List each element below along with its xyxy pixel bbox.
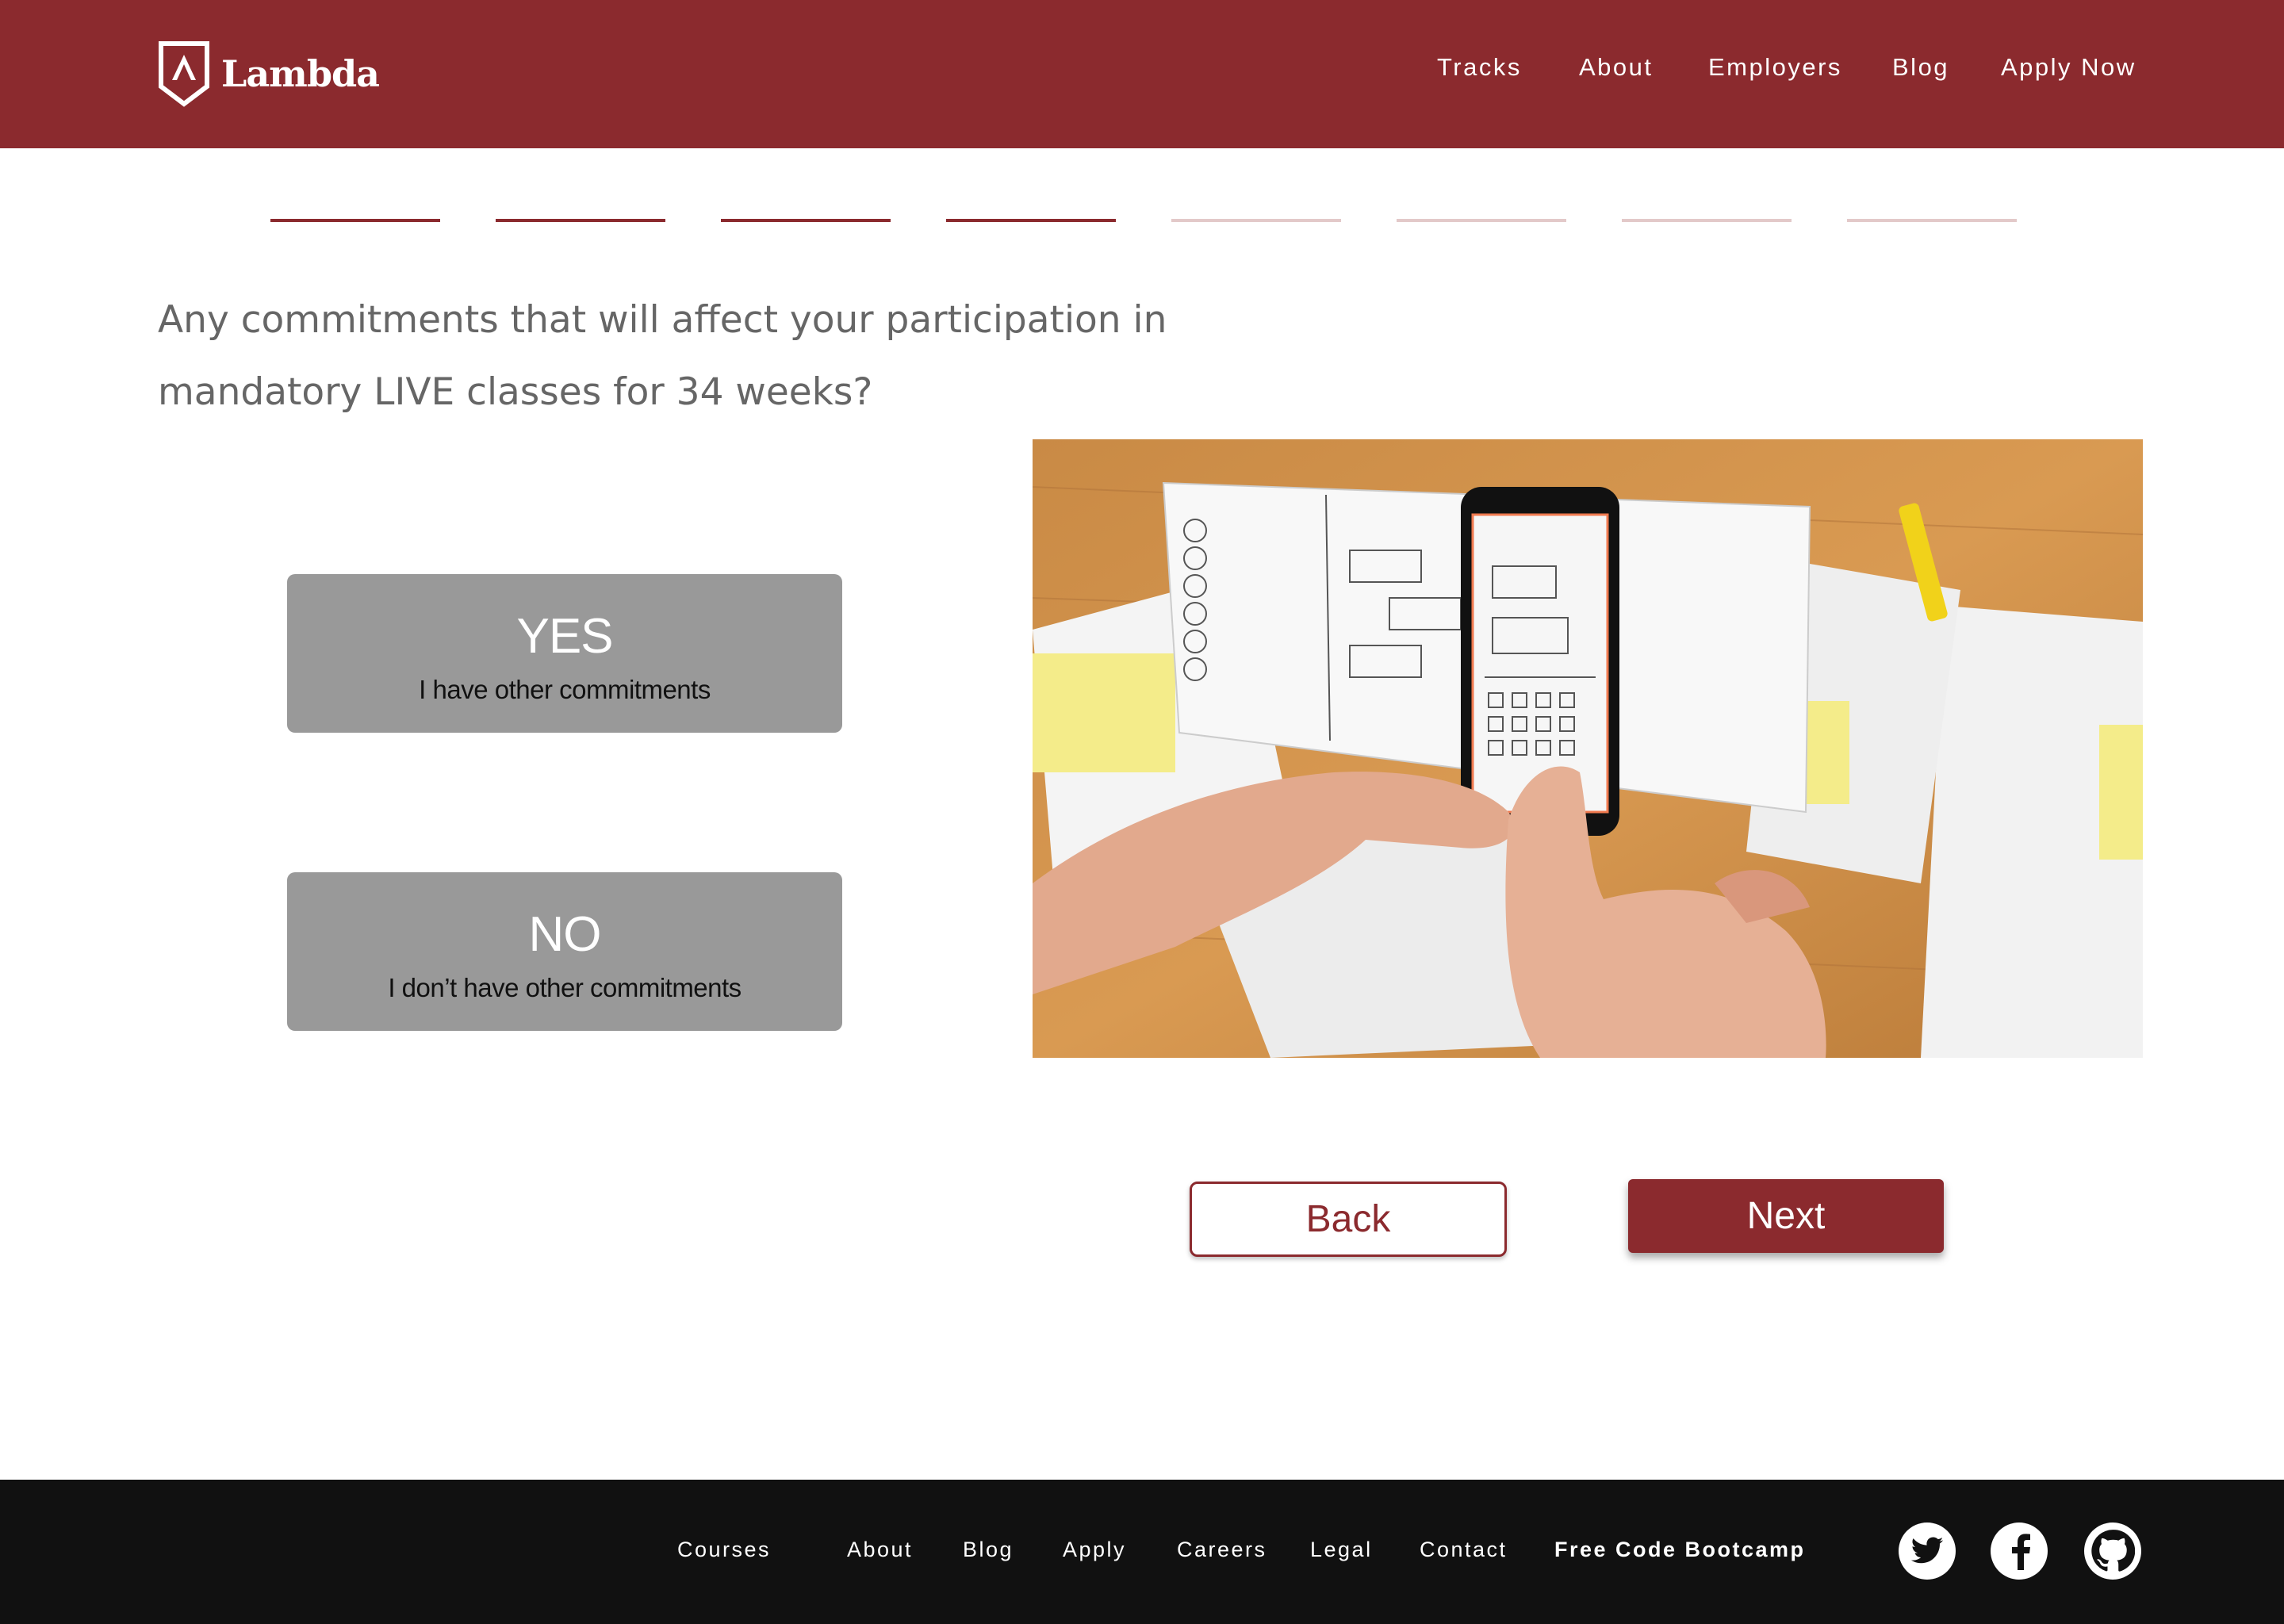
option-no-button[interactable]: NO I don’t have other commitments: [287, 872, 842, 1031]
paper-prototype-photo: [1033, 439, 2143, 1058]
logo-text: Lambda: [221, 52, 380, 95]
back-button[interactable]: Back: [1190, 1182, 1507, 1257]
site-footer: Courses About Blog Apply Careers Legal C…: [0, 1480, 2284, 1624]
footer-apply-link[interactable]: Apply: [1063, 1534, 1126, 1565]
next-button[interactable]: Next: [1628, 1179, 1944, 1253]
progress-step: [1397, 219, 1566, 222]
nav-about-link[interactable]: About: [1579, 48, 1654, 87]
option-yes-button[interactable]: YES I have other commitments: [287, 574, 842, 733]
option-no-label: NO: [528, 907, 602, 962]
progress-step: [270, 219, 440, 222]
footer-contact-link[interactable]: Contact: [1420, 1534, 1508, 1565]
progress-step: [1171, 219, 1341, 222]
logo[interactable]: Lambda: [158, 40, 380, 108]
progress-step: [496, 219, 665, 222]
footer-courses-link[interactable]: Courses: [677, 1534, 771, 1565]
footer-about-link[interactable]: About: [847, 1534, 913, 1565]
nav-employers-link[interactable]: Employers: [1708, 48, 1842, 87]
progress-step: [946, 219, 1116, 222]
lambda-shield-icon: [159, 41, 209, 107]
progress-step: [721, 219, 891, 222]
nav-blog-link[interactable]: Blog: [1892, 48, 1949, 87]
question-text: Any commitments that will affect your pa…: [158, 298, 1167, 414]
progress-step: [1622, 219, 1792, 222]
twitter-icon[interactable]: [1899, 1522, 1956, 1580]
nav-apply-now-link[interactable]: Apply Now: [2001, 48, 2136, 87]
footer-legal-link[interactable]: Legal: [1310, 1534, 1373, 1565]
paper-prototype-illustration: [1033, 439, 2143, 1058]
footer-free-code-bootcamp-link[interactable]: Free Code Bootcamp: [1554, 1534, 1806, 1565]
footer-blog-link[interactable]: Blog: [963, 1534, 1014, 1565]
option-no-sublabel: I don’t have other commitments: [388, 973, 742, 1002]
github-icon[interactable]: [2084, 1522, 2141, 1580]
footer-careers-link[interactable]: Careers: [1177, 1534, 1267, 1565]
nav-tracks-link[interactable]: Tracks: [1437, 48, 1522, 87]
github-octocat-icon: [2091, 1530, 2135, 1572]
facebook-icon[interactable]: [1991, 1522, 2048, 1580]
facebook-f-icon: [2012, 1534, 2030, 1570]
twitter-bird-icon: [1910, 1537, 1944, 1564]
option-yes-label: YES: [516, 609, 613, 664]
progress-step: [1847, 219, 2017, 222]
option-yes-sublabel: I have other commitments: [419, 675, 711, 704]
